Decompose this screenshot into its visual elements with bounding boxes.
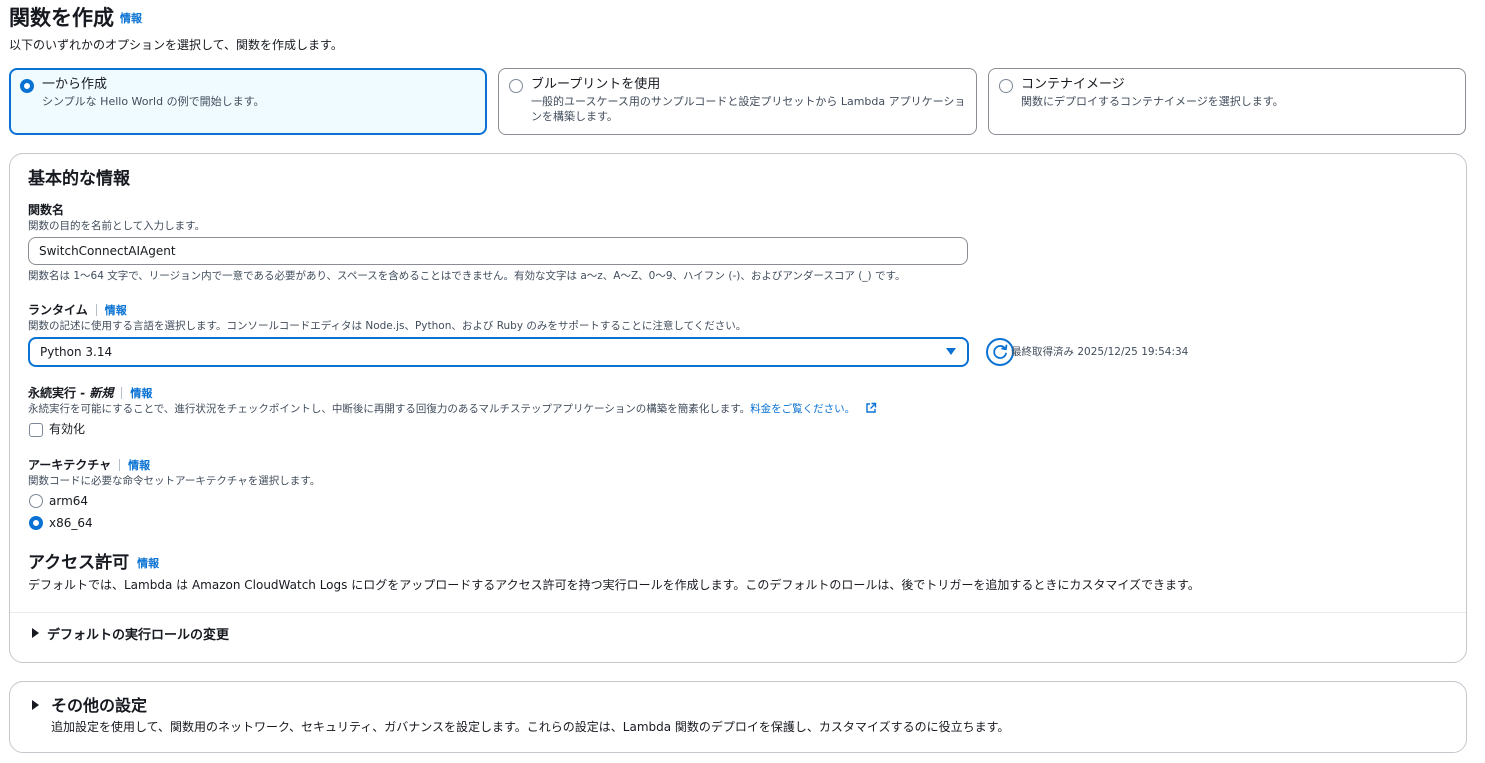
durable-info-link[interactable]: 情報 [130, 387, 152, 400]
label-separator [121, 387, 123, 399]
architecture-label-text: アーキテクチャ [28, 458, 112, 472]
refresh-icon [993, 344, 1008, 359]
architecture-label: アーキテクチャ 情報 [28, 457, 150, 474]
other-settings-expander[interactable]: その他の設定 [32, 696, 147, 716]
runtime-label: ランタイム 情報 [28, 302, 127, 319]
durable-description-text: 永続実行を可能にすることで、進行状況をチェックポイントし、中断後に再開する回復力… [28, 403, 751, 415]
option-description: シンプルな Hello World の例で開始します。 [42, 95, 265, 108]
external-link-icon[interactable] [865, 402, 877, 414]
option-author-from-scratch[interactable]: 一から作成 シンプルな Hello World の例で開始します。 [9, 68, 487, 135]
architecture-info-link[interactable]: 情報 [128, 459, 150, 472]
new-badge: 新規 [89, 386, 114, 400]
runtime-select-value: Python 3.14 [40, 345, 113, 359]
pricing-link[interactable]: 料金をご覧ください。 [750, 403, 855, 415]
section-divider [10, 612, 1466, 613]
radio-use-blueprint[interactable] [509, 79, 523, 93]
arm64-label: arm64 [49, 494, 89, 508]
permissions-heading-text: アクセス許可 [28, 553, 130, 573]
refresh-button[interactable] [986, 338, 1014, 366]
option-title: コンテナイメージ [1021, 77, 1125, 92]
basic-info-heading: 基本的な情報 [28, 169, 130, 189]
change-default-role-expander[interactable]: デフォルトの実行ロールの変更 [32, 627, 229, 645]
last-fetched-timestamp: 最終取得済み 2025/12/25 19:54:34 [1011, 346, 1189, 358]
function-name-label: 関数名 [28, 203, 65, 217]
option-title: ブループリントを使用 [531, 77, 661, 92]
radio-x86-64[interactable] [29, 516, 43, 530]
basic-info-panel: 基本的な情報 関数名 関数の目的を名前として入力します。 SwitchConne… [9, 153, 1467, 663]
runtime-select[interactable]: Python 3.14 [28, 337, 969, 367]
other-settings-heading: その他の設定 [51, 696, 148, 715]
option-title: 一から作成 [42, 77, 108, 92]
durable-label-text: 永続実行 - [28, 386, 90, 400]
function-name-description: 関数の目的を名前として入力します。 [28, 220, 206, 232]
x86-64-label: x86_64 [49, 516, 93, 530]
durable-description: 永続実行を可能にすることで、進行状況をチェックポイントし、中断後に再開する回復力… [28, 402, 877, 416]
option-description: 関数にデプロイするコンテナイメージを選択します。 [1021, 95, 1284, 108]
runtime-label-text: ランタイム [28, 303, 88, 317]
function-name-input[interactable]: SwitchConnectAIAgent [28, 237, 968, 265]
other-settings-description: 追加設定を使用して、関数用のネットワーク、セキュリティ、ガバナンスを設定します。… [51, 720, 1010, 734]
architecture-description: 関数コードに必要な命令セットアーキテクチャを選択します。 [28, 475, 321, 487]
page-description: 以下のいずれかのオプションを選択して、関数を作成します。 [9, 38, 343, 52]
function-name-constraint: 関数名は 1〜64 文字で、リージョン内で一意である必要があり、スペースを含める… [28, 270, 906, 282]
option-description: 一般的ユースケース用のサンプルコードと設定プリセットから Lambda アプリケ… [531, 95, 966, 123]
permissions-info-link[interactable]: 情報 [137, 557, 159, 570]
permissions-heading: アクセス許可 情報 [28, 552, 159, 575]
caret-right-icon [32, 700, 39, 710]
radio-arm64[interactable] [29, 494, 43, 508]
option-use-blueprint[interactable]: ブループリントを使用 一般的ユースケース用のサンプルコードと設定プリセットから … [498, 68, 977, 135]
other-settings-panel: その他の設定 追加設定を使用して、関数用のネットワーク、セキュリティ、ガバナンス… [9, 681, 1467, 753]
enable-durable-checkbox[interactable] [29, 423, 43, 437]
durable-execution-label: 永続実行 - 新規 情報 [28, 385, 152, 402]
option-container-image[interactable]: コンテナイメージ 関数にデプロイするコンテナイメージを選択します。 [988, 68, 1466, 135]
radio-author-from-scratch[interactable] [20, 79, 34, 93]
info-link[interactable]: 情報 [120, 12, 142, 25]
page-title-text: 関数を作成 [9, 6, 114, 30]
permissions-description: デフォルトでは、Lambda は Amazon CloudWatch Logs … [28, 578, 1200, 592]
radio-container-image[interactable] [999, 79, 1013, 93]
label-separator [119, 459, 121, 471]
runtime-description: 関数の記述に使用する言語を選択します。コンソールコードエディタは Node.js… [28, 320, 747, 332]
caret-right-icon [32, 628, 39, 638]
expander-label: デフォルトの実行ロールの変更 [47, 628, 230, 643]
caret-down-icon [946, 348, 956, 355]
enable-durable-label: 有効化 [49, 422, 86, 436]
page-title: 関数を作成 情報 [9, 4, 142, 33]
label-separator [95, 304, 97, 316]
runtime-info-link[interactable]: 情報 [105, 304, 127, 317]
